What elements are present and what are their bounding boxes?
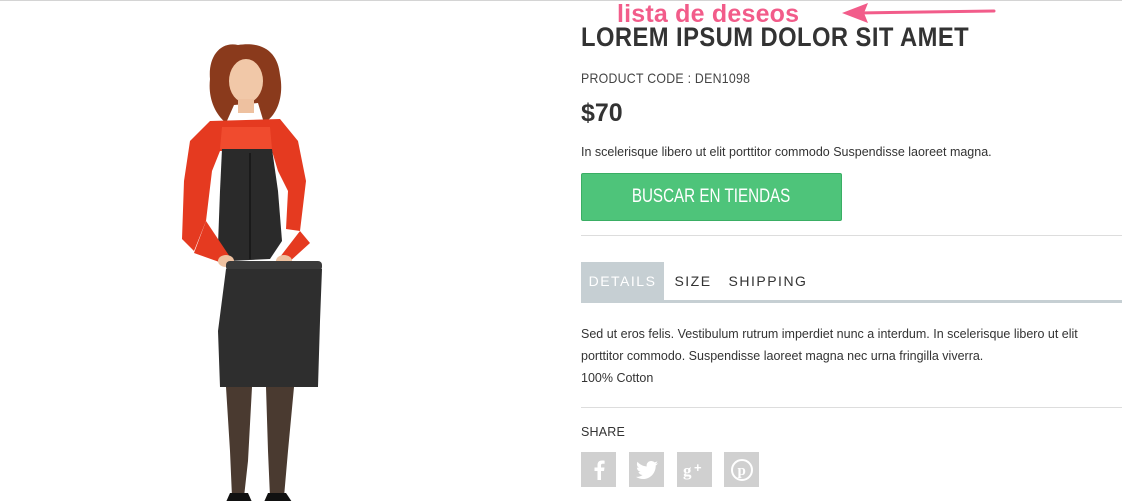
- pinterest-share-button[interactable]: p: [724, 452, 759, 487]
- product-image-area: [0, 1, 560, 501]
- product-title: LOREM IPSUM DOLOR SIT AMET: [581, 22, 970, 52]
- details-text-line: Sed ut eros felis. Vestibulum rutrum imp…: [581, 327, 1078, 341]
- tab-shipping[interactable]: SHIPPING: [722, 262, 814, 300]
- facebook-share-button[interactable]: [581, 452, 616, 487]
- twitter-icon: [635, 460, 658, 479]
- twitter-share-button[interactable]: [629, 452, 664, 487]
- product-code: PRODUCT CODE : DEN1098: [581, 70, 751, 86]
- find-in-stores-button[interactable]: BUSCAR EN TIENDAS: [581, 173, 842, 221]
- product-short-description: In scelerisque libero ut elit porttitor …: [581, 145, 992, 159]
- svg-text:p: p: [737, 463, 745, 479]
- product-model-image: [182, 44, 322, 501]
- product-tabs: DETAILS SIZE SHIPPING: [581, 262, 1122, 303]
- find-in-stores-button-label: BUSCAR EN TIENDAS: [632, 186, 791, 207]
- tab-details-label: DETAILS: [588, 273, 657, 289]
- details-material: 100% Cotton: [581, 371, 654, 385]
- product-price: $70: [581, 99, 623, 127]
- details-tab-content: Sed ut eros felis. Vestibulum rutrum imp…: [581, 323, 1122, 389]
- svg-text:g: g: [683, 461, 692, 480]
- tab-size-label: SIZE: [674, 273, 712, 289]
- tab-shipping-label: SHIPPING: [728, 273, 808, 289]
- pinterest-icon: p: [730, 458, 753, 481]
- tab-size[interactable]: SIZE: [664, 262, 722, 300]
- svg-text:+: +: [694, 460, 702, 475]
- tab-details[interactable]: DETAILS: [581, 262, 664, 300]
- tabs-underline: [581, 300, 1122, 303]
- divider: [581, 407, 1122, 408]
- product-page: lista de deseos LOREM IPSUM DOLOR SIT AM…: [0, 0, 1122, 501]
- google-plus-icon: g +: [683, 460, 702, 480]
- google-plus-share-button[interactable]: g +: [677, 452, 712, 487]
- details-text-line: porttitor commodo. Suspendisse laoreet m…: [581, 349, 984, 363]
- divider: [581, 235, 1122, 236]
- share-label: SHARE: [581, 425, 626, 439]
- facebook-icon: [594, 460, 605, 480]
